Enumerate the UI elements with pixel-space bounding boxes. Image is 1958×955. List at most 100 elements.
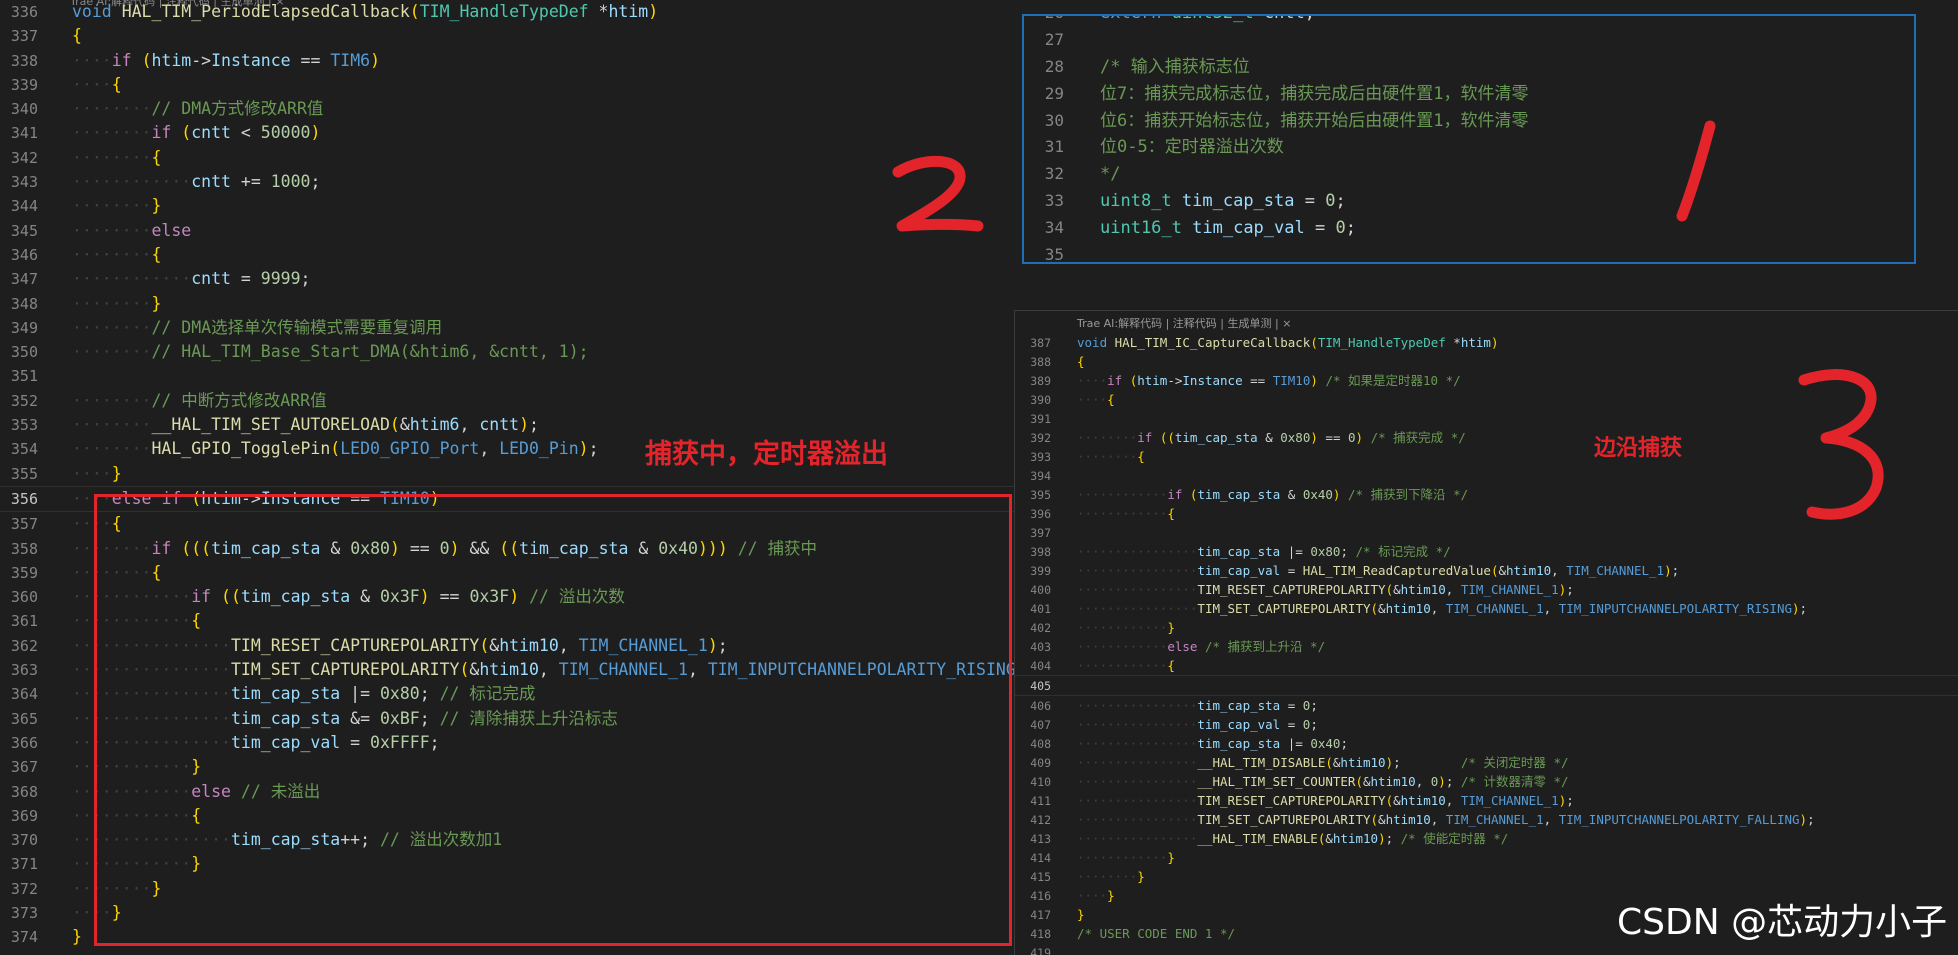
line-number: 393 xyxy=(1030,450,1051,464)
code-text: ········if ((tim_cap_sta & 0x80) == 0) /… xyxy=(1077,430,1466,445)
code-line[interactable]: 387 void HAL_TIM_IC_CaptureCallback(TIM_H… xyxy=(1015,333,1958,352)
line-number: 33 xyxy=(1044,191,1064,211)
code-text: ················tim_cap_sta |= 0x80; /* … xyxy=(1077,544,1451,559)
codelens-actions[interactable]: Trae AI:解释代码 | 注释代码 | 生成单测 | × xyxy=(1077,315,1291,331)
line-number: 412 xyxy=(1030,813,1051,827)
code-line[interactable]: 345 ········else xyxy=(0,219,1020,243)
line-number: 340 xyxy=(10,100,38,119)
code-text: ········} xyxy=(1077,869,1145,884)
line-number: 417 xyxy=(1030,908,1051,922)
code-text: ················__HAL_TIM_SET_COUNTER(&h… xyxy=(1077,774,1569,789)
code-text: ················__HAL_TIM_DISABLE(&htim1… xyxy=(1077,755,1569,770)
line-number: 365 xyxy=(10,709,38,728)
code-line[interactable]: 347 ············cntt = 9999; xyxy=(0,267,1020,291)
code-line[interactable]: 407 ················tim_cap_val = 0; xyxy=(1015,715,1958,734)
code-line[interactable]: 33 uint8_t tim_cap_sta = 0; xyxy=(1024,188,1914,215)
code-text: ········// 中断方式修改ARR值 xyxy=(72,390,327,410)
line-number: 339 xyxy=(10,75,38,94)
code-line[interactable]: 346 ········{ xyxy=(0,243,1020,267)
code-line[interactable]: 404 ············{ xyxy=(1015,656,1958,675)
code-line[interactable]: 406 ················tim_cap_sta = 0; xyxy=(1015,696,1958,715)
code-text: /* 输入捕获标志位 xyxy=(1100,56,1250,77)
code-line[interactable]: 337 { xyxy=(0,24,1020,48)
line-number: 406 xyxy=(1030,699,1051,713)
line-number: 354 xyxy=(10,440,38,459)
line-number: 399 xyxy=(1030,564,1051,578)
code-line[interactable]: 352 ········// 中断方式修改ARR值 xyxy=(0,389,1020,413)
handwritten-number-one: 1 xyxy=(1676,120,1716,222)
code-line[interactable]: 28 /* 输入捕获标志位 xyxy=(1024,54,1914,81)
code-line[interactable]: 344 ········} xyxy=(0,194,1020,218)
line-number: 337 xyxy=(10,27,38,46)
line-number: 27 xyxy=(1044,29,1064,49)
code-line[interactable]: 409 ················__HAL_TIM_DISABLE(&ht… xyxy=(1015,753,1958,772)
code-line[interactable]: 340 ········// DMA方式修改ARR值 xyxy=(0,97,1020,121)
handwritten-number-three: 3 xyxy=(1798,369,1884,520)
code-line[interactable]: 348 ········} xyxy=(0,292,1020,316)
code-line[interactable]: 401 ················TIM_SET_CAPTUREPOLARI… xyxy=(1015,599,1958,618)
code-line[interactable]: 400 ················TIM_RESET_CAPTUREPOLA… xyxy=(1015,580,1958,599)
code-line[interactable]: 350 ········// HAL_TIM_Base_Start_DMA(&ht… xyxy=(0,340,1020,364)
code-line[interactable]: 399 ················tim_cap_val = HAL_TIM… xyxy=(1015,561,1958,580)
code-line[interactable]: 35 xyxy=(1024,242,1914,262)
code-text: ········} xyxy=(72,293,162,313)
code-text: ················TIM_SET_CAPTUREPOLARITY(… xyxy=(1077,812,1815,827)
code-line[interactable]: 336 void HAL_TIM_PeriodElapsedCallback(TI… xyxy=(0,0,1020,24)
code-text: ················tim_cap_val = HAL_TIM_Re… xyxy=(1077,563,1680,578)
code-line[interactable]: 408 ················tim_cap_sta |= 0x40; xyxy=(1015,734,1958,753)
handwritten-number-two: 2 xyxy=(892,155,984,232)
code-text: ············if (tim_cap_sta & 0x40) /* 捕… xyxy=(1077,487,1469,502)
line-number: 374 xyxy=(10,928,38,947)
code-line[interactable]: 414 ············} xyxy=(1015,848,1958,867)
code-line[interactable]: 415 ········} xyxy=(1015,867,1958,886)
code-line[interactable]: 338 ····if (htim->Instance == TIM6) xyxy=(0,49,1020,73)
code-line[interactable]: 32 */ xyxy=(1024,161,1914,188)
line-number: 390 xyxy=(1030,393,1051,407)
code-line[interactable]: 413 ················__HAL_TIM_ENABLE(&hti… xyxy=(1015,829,1958,848)
code-text: ········HAL_GPIO_TogglePin(LED0_GPIO_Por… xyxy=(72,439,599,459)
code-line[interactable]: 402 ············} xyxy=(1015,618,1958,637)
line-number: 403 xyxy=(1030,640,1051,654)
code-line[interactable]: 30 位6：捕获开始标志位，捕获开始后由硬件置1，软件清零 xyxy=(1024,108,1914,135)
line-number: 357 xyxy=(10,515,38,534)
line-number: 416 xyxy=(1030,889,1051,903)
code-line[interactable]: 341 ········if (cntt < 50000) xyxy=(0,121,1020,145)
code-text: ········else xyxy=(72,220,192,240)
overflow-highlight-box xyxy=(94,494,1012,946)
code-text: ············else /* 捕获到上升沿 */ xyxy=(1077,639,1326,654)
code-line[interactable]: 405 xyxy=(1015,675,1958,696)
code-line[interactable]: 411 ················TIM_RESET_CAPTUREPOLA… xyxy=(1015,791,1958,810)
code-line[interactable]: 339 ····{ xyxy=(0,73,1020,97)
code-line[interactable]: 343 ············cntt += 1000; xyxy=(0,170,1020,194)
code-line[interactable]: 34 uint16_t tim_cap_val = 0; xyxy=(1024,215,1914,242)
code-line[interactable]: 349 ········// DMA选择单次传输模式需要重复调用 xyxy=(0,316,1020,340)
line-number: 418 xyxy=(1030,927,1051,941)
code-line[interactable]: 410 ················__HAL_TIM_SET_COUNTER… xyxy=(1015,772,1958,791)
code-line[interactable]: 27 xyxy=(1024,27,1914,54)
code-text: } xyxy=(1077,907,1085,922)
code-line[interactable]: 351 xyxy=(0,364,1020,388)
code-text: ················tim_cap_sta |= 0x40; xyxy=(1077,736,1348,751)
line-number: 341 xyxy=(10,124,38,143)
code-line[interactable]: 31 位0-5：定时器溢出次数 xyxy=(1024,134,1914,161)
line-number: 413 xyxy=(1030,832,1051,846)
line-number: 346 xyxy=(10,245,38,264)
code-line[interactable]: 26 extern uint32_t cntt; xyxy=(1024,16,1914,27)
code-text: void HAL_TIM_PeriodElapsedCallback(TIM_H… xyxy=(72,2,659,21)
csdn-watermark: CSDN @芯动力小子 xyxy=(1617,902,1948,943)
line-number: 361 xyxy=(10,612,38,631)
line-number: 349 xyxy=(10,318,38,337)
code-text: ················TIM_RESET_CAPTUREPOLARIT… xyxy=(1077,582,1574,597)
code-line[interactable]: 412 ················TIM_SET_CAPTUREPOLARI… xyxy=(1015,810,1958,829)
code-line[interactable]: 342 ········{ xyxy=(0,146,1020,170)
code-text: 位6：捕获开始标志位，捕获开始后由硬件置1，软件清零 xyxy=(1100,110,1529,131)
code-text: uint16_t tim_cap_val = 0; xyxy=(1100,218,1356,239)
code-line[interactable]: 398 ················tim_cap_sta |= 0x80; … xyxy=(1015,542,1958,561)
top-right-code-editor[interactable]: 26 extern uint32_t cntt; 27 28 /* 输入捕获标志位 29 位… xyxy=(1022,14,1916,264)
line-number: 336 xyxy=(10,3,38,21)
line-number: 400 xyxy=(1030,583,1051,597)
code-text: /* USER CODE END 1 */ xyxy=(1077,926,1236,941)
code-line[interactable]: 29 位7：捕获完成标志位，捕获完成后由硬件置1，软件清零 xyxy=(1024,81,1914,108)
code-line[interactable]: 403 ············else /* 捕获到上升沿 */ xyxy=(1015,637,1958,656)
line-number: 34 xyxy=(1044,218,1064,238)
